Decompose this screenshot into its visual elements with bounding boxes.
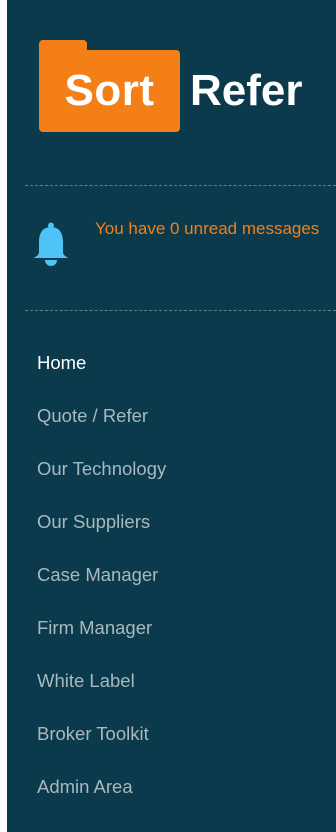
- sortrefer-logo[interactable]: Sort Refer: [39, 40, 336, 132]
- unread-messages-link[interactable]: You have 0 unread messages: [95, 214, 325, 244]
- nav-item-case-manager[interactable]: Case Manager: [37, 548, 327, 601]
- nav-item-white-label[interactable]: White Label: [37, 654, 327, 707]
- main-nav: Home Quote / Refer Our Technology Our Su…: [37, 336, 327, 813]
- nav-item-broker-toolkit[interactable]: Broker Toolkit: [37, 707, 327, 760]
- nav-item-quote-refer[interactable]: Quote / Refer: [37, 389, 327, 442]
- bell-icon[interactable]: [32, 222, 70, 266]
- logo-text-refer: Refer: [190, 66, 303, 115]
- nav-item-our-suppliers[interactable]: Our Suppliers: [37, 495, 327, 548]
- page-edge: [0, 0, 7, 832]
- divider-bottom: [25, 310, 336, 311]
- nav-item-our-technology[interactable]: Our Technology: [37, 442, 327, 495]
- logo-text-sort: Sort: [64, 66, 155, 115]
- nav-item-admin-area[interactable]: Admin Area: [37, 760, 327, 813]
- sidebar: Sort Refer You have 0 unread messages Ho…: [7, 0, 336, 832]
- divider-top: [25, 185, 336, 186]
- nav-item-firm-manager[interactable]: Firm Manager: [37, 601, 327, 654]
- nav-item-home[interactable]: Home: [37, 336, 327, 389]
